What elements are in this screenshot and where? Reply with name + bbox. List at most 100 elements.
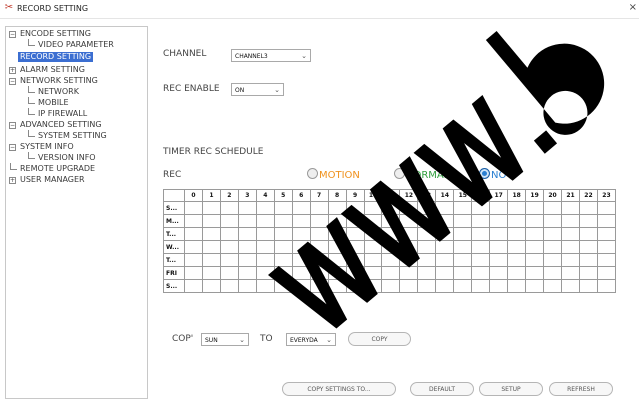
schedule-cell[interactable] bbox=[255, 214, 275, 228]
tree-item-mobile[interactable]: MOBILE bbox=[28, 97, 71, 108]
schedule-cell[interactable] bbox=[399, 266, 419, 280]
tree-item-version-info[interactable]: VERSION INFO bbox=[28, 152, 98, 163]
schedule-cell[interactable] bbox=[309, 214, 329, 228]
schedule-cell[interactable] bbox=[345, 253, 365, 267]
schedule-cell[interactable] bbox=[237, 201, 257, 215]
schedule-cell[interactable] bbox=[201, 279, 221, 293]
schedule-cell[interactable] bbox=[309, 240, 329, 254]
schedule-cell[interactable] bbox=[291, 240, 311, 254]
schedule-cell[interactable] bbox=[578, 214, 598, 228]
schedule-cell[interactable] bbox=[255, 227, 275, 241]
schedule-cell[interactable] bbox=[399, 279, 419, 293]
schedule-cell[interactable] bbox=[596, 214, 617, 228]
schedule-cell[interactable] bbox=[578, 227, 598, 241]
schedule-cell[interactable] bbox=[219, 214, 239, 228]
schedule-cell[interactable] bbox=[507, 227, 527, 241]
schedule-cell[interactable] bbox=[399, 214, 419, 228]
schedule-cell[interactable] bbox=[435, 201, 455, 215]
schedule-cell[interactable] bbox=[201, 201, 221, 215]
tree-item-alarm-setting[interactable]: + ALARM SETTING bbox=[9, 65, 87, 75]
schedule-cell[interactable] bbox=[399, 240, 419, 254]
schedule-cell[interactable] bbox=[525, 214, 545, 228]
schedule-cell[interactable] bbox=[255, 279, 275, 293]
schedule-cell[interactable] bbox=[471, 240, 491, 254]
expander-plus-icon[interactable]: + bbox=[9, 67, 16, 74]
expander-minus-icon[interactable]: − bbox=[9, 144, 16, 151]
schedule-cell[interactable] bbox=[596, 266, 617, 280]
no-radio[interactable]: NO bbox=[479, 168, 506, 181]
tree-item-advanced-setting[interactable]: − ADVANCED SETTING bbox=[9, 120, 104, 130]
schedule-cell[interactable] bbox=[453, 266, 473, 280]
schedule-cell[interactable] bbox=[561, 240, 580, 254]
schedule-cell[interactable] bbox=[435, 266, 455, 280]
schedule-cell[interactable] bbox=[471, 214, 491, 228]
schedule-cell[interactable] bbox=[363, 240, 383, 254]
schedule-cell[interactable] bbox=[525, 253, 545, 267]
schedule-cell[interactable] bbox=[363, 279, 383, 293]
tree-item-system-info[interactable]: − SYSTEM INFO bbox=[9, 142, 76, 152]
schedule-cell[interactable] bbox=[273, 253, 293, 267]
schedule-cell[interactable] bbox=[578, 279, 598, 293]
schedule-cell[interactable] bbox=[435, 240, 455, 254]
schedule-cell[interactable] bbox=[543, 214, 563, 228]
schedule-cell[interactable] bbox=[184, 201, 203, 215]
schedule-cell[interactable] bbox=[453, 201, 473, 215]
schedule-cell[interactable] bbox=[417, 227, 437, 241]
tree-item-ip-firewall[interactable]: IP FIREWALL bbox=[28, 108, 89, 119]
schedule-cell[interactable] bbox=[381, 227, 401, 241]
schedule-cell[interactable] bbox=[453, 214, 473, 228]
schedule-cell[interactable] bbox=[345, 214, 365, 228]
schedule-cell[interactable] bbox=[327, 240, 347, 254]
schedule-cell[interactable] bbox=[525, 266, 545, 280]
schedule-cell[interactable] bbox=[237, 266, 257, 280]
schedule-cell[interactable] bbox=[345, 279, 365, 293]
schedule-cell[interactable] bbox=[184, 214, 203, 228]
tree-item-record-setting[interactable]: RECORD SETTING bbox=[18, 52, 94, 62]
schedule-cell[interactable] bbox=[489, 266, 509, 280]
schedule-cell[interactable] bbox=[201, 214, 221, 228]
schedule-cell[interactable] bbox=[381, 279, 401, 293]
schedule-cell[interactable] bbox=[399, 227, 419, 241]
tree-item-network[interactable]: NETWORK bbox=[28, 86, 81, 97]
schedule-cell[interactable] bbox=[345, 240, 365, 254]
schedule-cell[interactable] bbox=[363, 214, 383, 228]
schedule-cell[interactable] bbox=[399, 253, 419, 267]
schedule-cell[interactable] bbox=[507, 253, 527, 267]
schedule-cell[interactable] bbox=[381, 240, 401, 254]
rec-enable-select[interactable]: ON ⌄ bbox=[231, 83, 284, 96]
schedule-cell[interactable] bbox=[543, 266, 563, 280]
schedule-cell[interactable] bbox=[291, 279, 311, 293]
schedule-cell[interactable] bbox=[327, 266, 347, 280]
schedule-cell[interactable] bbox=[255, 240, 275, 254]
schedule-cell[interactable] bbox=[237, 279, 257, 293]
schedule-cell[interactable] bbox=[471, 279, 491, 293]
schedule-cell[interactable] bbox=[219, 201, 239, 215]
schedule-cell[interactable] bbox=[507, 266, 527, 280]
schedule-cell[interactable] bbox=[578, 253, 598, 267]
schedule-cell[interactable] bbox=[561, 279, 580, 293]
schedule-cell[interactable] bbox=[596, 253, 617, 267]
schedule-cell[interactable] bbox=[381, 266, 401, 280]
schedule-cell[interactable] bbox=[525, 227, 545, 241]
schedule-cell[interactable] bbox=[327, 227, 347, 241]
schedule-cell[interactable] bbox=[489, 201, 509, 215]
schedule-cell[interactable] bbox=[219, 227, 239, 241]
schedule-cell[interactable] bbox=[201, 266, 221, 280]
schedule-cell[interactable] bbox=[273, 279, 293, 293]
schedule-cell[interactable] bbox=[381, 253, 401, 267]
schedule-cell[interactable] bbox=[345, 227, 365, 241]
schedule-cell[interactable] bbox=[255, 253, 275, 267]
schedule-cell[interactable] bbox=[219, 253, 239, 267]
schedule-cell[interactable] bbox=[543, 227, 563, 241]
schedule-cell[interactable] bbox=[291, 227, 311, 241]
schedule-cell[interactable] bbox=[561, 266, 580, 280]
schedule-cell[interactable] bbox=[327, 253, 347, 267]
schedule-cell[interactable] bbox=[453, 279, 473, 293]
schedule-cell[interactable] bbox=[453, 227, 473, 241]
schedule-cell[interactable] bbox=[543, 253, 563, 267]
schedule-cell[interactable] bbox=[291, 214, 311, 228]
schedule-cell[interactable] bbox=[489, 240, 509, 254]
refresh-button[interactable]: REFRESH bbox=[549, 382, 613, 396]
copy-to-select[interactable]: EVERYDA ⌄ bbox=[286, 333, 336, 346]
setup-button[interactable]: SETUP bbox=[479, 382, 543, 396]
